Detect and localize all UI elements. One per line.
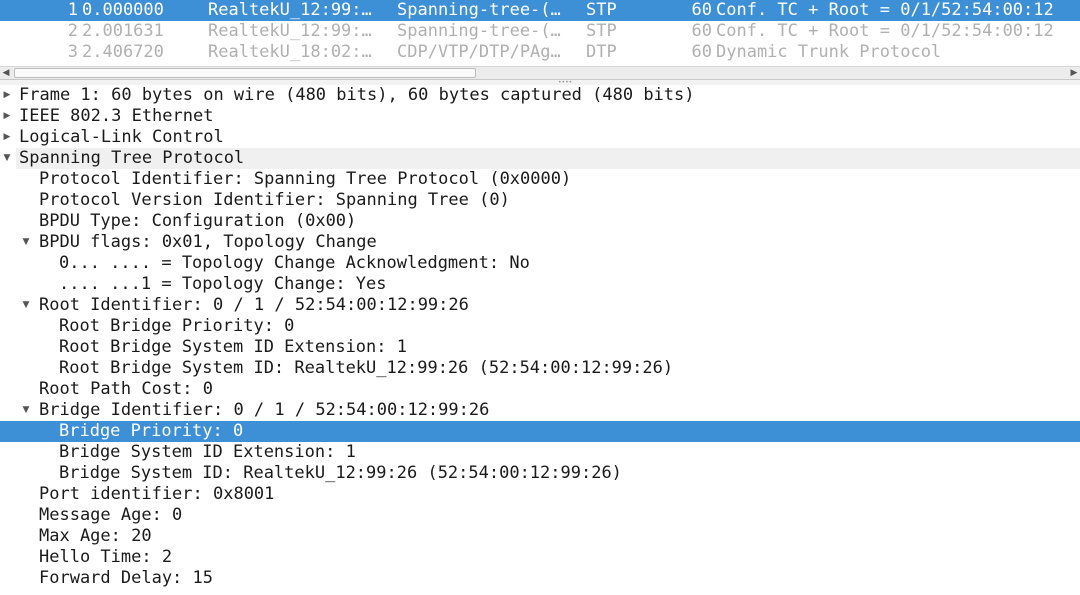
- packet-details-tree[interactable]: ▶ Frame 1: 60 bytes on wire (480 bits), …: [0, 85, 1080, 595]
- tree-item-hello-time[interactable]: Hello Time: 2: [0, 547, 1080, 568]
- tree-item-label: Logical-Link Control: [19, 127, 224, 147]
- packet-destination: CDP/VTP/DTP/PAg…: [397, 42, 561, 62]
- tree-item-llc[interactable]: ▶ Logical-Link Control: [0, 127, 1080, 148]
- tree-item-max-age[interactable]: Max Age: 20: [0, 526, 1080, 547]
- scroll-left-arrow-icon[interactable]: ◀: [0, 67, 12, 79]
- triangle-down-icon[interactable]: ▼: [20, 400, 32, 421]
- tree-item-stp[interactable]: ▼ Spanning Tree Protocol: [4, 148, 1080, 169]
- tree-item-label: Bridge Priority: 0: [59, 421, 244, 441]
- tree-item-message-age[interactable]: Message Age: 0: [0, 505, 1080, 526]
- splitter-grip-icon: ••••: [558, 79, 573, 86]
- tree-item-label: Root Identifier: 0 / 1 / 52:54:00:12:99:…: [39, 295, 469, 315]
- tree-item-label: Bridge Identifier: 0 / 1 / 52:54:00:12:9…: [39, 400, 490, 420]
- tree-item-protocol-identifier[interactable]: Protocol Identifier: Spanning Tree Proto…: [0, 169, 1080, 190]
- tree-item-root-path-cost[interactable]: Root Path Cost: 0: [0, 379, 1080, 400]
- triangle-down-icon[interactable]: ▼: [20, 232, 32, 253]
- tree-item-root-identifier[interactable]: ▼ Root Identifier: 0 / 1 / 52:54:00:12:9…: [0, 295, 1080, 316]
- tree-item-label: Root Bridge System ID Extension: 1: [59, 337, 407, 357]
- tree-item-label: Spanning Tree Protocol: [19, 148, 245, 168]
- tree-item-forward-delay[interactable]: Forward Delay: 15: [0, 568, 1080, 589]
- packet-source: RealtekU_12:99:…: [208, 0, 372, 20]
- packet-length: 60: [691, 0, 712, 20]
- scroll-right-arrow-icon[interactable]: ▶: [1068, 67, 1080, 79]
- packet-list[interactable]: 1 0.000000 RealtekU_12:99:… Spanning-tre…: [0, 0, 1080, 66]
- tree-item-label: IEEE 802.3 Ethernet: [19, 106, 214, 126]
- packet-row[interactable]: 2 2.001631 RealtekU_12:99:… Spanning-tre…: [0, 21, 1080, 42]
- scrollbar-thumb[interactable]: [14, 68, 476, 78]
- tree-item-label: Root Bridge System ID: RealtekU_12:99:26…: [59, 358, 674, 378]
- tree-item-label: BPDU flags: 0x01, Topology Change: [39, 232, 377, 252]
- packet-time: 0.000000: [82, 0, 164, 20]
- tree-item-protocol-version[interactable]: Protocol Version Identifier: Spanning Tr…: [0, 190, 1080, 211]
- packet-number: 2: [67, 21, 78, 41]
- tree-item-label: Root Path Cost: 0: [39, 379, 213, 399]
- tree-item-bridge-priority[interactable]: Bridge Priority: 0: [0, 421, 1080, 442]
- packet-destination: Spanning-tree-(…: [397, 21, 561, 41]
- packet-time: 2.001631: [82, 21, 164, 41]
- packet-info: Conf. TC + Root = 0/1/52:54:00:12: [716, 0, 1054, 20]
- packet-source: RealtekU_12:99:…: [208, 21, 372, 41]
- packet-time: 2.406720: [82, 42, 164, 62]
- packet-row[interactable]: 3 2.406720 RealtekU_18:02:… CDP/VTP/DTP/…: [0, 42, 1080, 63]
- packet-length: 60: [691, 42, 712, 62]
- tree-item-bpdu-type[interactable]: BPDU Type: Configuration (0x00): [0, 211, 1080, 232]
- tree-item-flag-tc[interactable]: .... ...1 = Topology Change: Yes: [0, 274, 1080, 295]
- tree-item-label: BPDU Type: Configuration (0x00): [39, 211, 357, 231]
- tree-item-root-bridge-sysid-ext[interactable]: Root Bridge System ID Extension: 1: [0, 337, 1080, 358]
- tree-item-root-bridge-priority[interactable]: Root Bridge Priority: 0: [0, 316, 1080, 337]
- tree-item-label: 0... .... = Topology Change Acknowledgme…: [59, 253, 530, 273]
- triangle-down-icon[interactable]: ▼: [20, 295, 32, 316]
- tree-item-label: Hello Time: 2: [39, 547, 173, 567]
- packet-protocol: STP: [586, 21, 617, 41]
- tree-item-label: Max Age: 20: [39, 526, 152, 546]
- tree-item-label: Port identifier: 0x8001: [39, 484, 275, 504]
- tree-item-label: Forward Delay: 15: [39, 568, 213, 588]
- tree-item-frame[interactable]: ▶ Frame 1: 60 bytes on wire (480 bits), …: [0, 85, 1080, 106]
- triangle-right-icon[interactable]: ▶: [1, 127, 13, 148]
- tree-item-label: Frame 1: 60 bytes on wire (480 bits), 60…: [19, 85, 695, 105]
- tree-item-ethernet[interactable]: ▶ IEEE 802.3 Ethernet: [0, 106, 1080, 127]
- packet-length: 60: [691, 21, 712, 41]
- packet-source: RealtekU_18:02:…: [208, 42, 372, 62]
- packet-protocol: STP: [586, 0, 617, 20]
- packet-info: Dynamic Trunk Protocol: [716, 42, 942, 62]
- packet-number: 1: [67, 0, 78, 20]
- tree-item-bpdu-flags[interactable]: ▼ BPDU flags: 0x01, Topology Change: [0, 232, 1080, 253]
- tree-item-port-identifier[interactable]: Port identifier: 0x8001: [0, 484, 1080, 505]
- tree-item-bridge-identifier[interactable]: ▼ Bridge Identifier: 0 / 1 / 52:54:00:12…: [0, 400, 1080, 421]
- triangle-right-icon[interactable]: ▶: [1, 106, 13, 127]
- triangle-down-icon[interactable]: ▼: [1, 148, 13, 169]
- tree-item-flag-tc-ack[interactable]: 0... .... = Topology Change Acknowledgme…: [0, 253, 1080, 274]
- packet-info: Conf. TC + Root = 0/1/52:54:00:12: [716, 21, 1054, 41]
- tree-item-bridge-sysid-ext[interactable]: Bridge System ID Extension: 1: [0, 442, 1080, 463]
- tree-item-label: .... ...1 = Topology Change: Yes: [59, 274, 387, 294]
- tree-item-root-bridge-sysid[interactable]: Root Bridge System ID: RealtekU_12:99:26…: [0, 358, 1080, 379]
- packet-row[interactable]: 1 0.000000 RealtekU_12:99:… Spanning-tre…: [0, 0, 1080, 21]
- tree-item-label: Root Bridge Priority: 0: [59, 316, 295, 336]
- tree-item-label: Bridge System ID Extension: 1: [59, 442, 356, 462]
- packet-protocol: DTP: [586, 42, 617, 62]
- packet-number: 3: [67, 42, 78, 62]
- horizontal-scrollbar[interactable]: ◀ ▶: [0, 66, 1080, 80]
- tree-item-label: Bridge System ID: RealtekU_12:99:26 (52:…: [59, 463, 622, 483]
- tree-item-label: Protocol Identifier: Spanning Tree Proto…: [39, 169, 572, 189]
- triangle-right-icon[interactable]: ▶: [1, 85, 13, 106]
- tree-item-label: Protocol Version Identifier: Spanning Tr…: [39, 190, 510, 210]
- tree-item-label: Message Age: 0: [39, 505, 183, 525]
- packet-destination: Spanning-tree-(…: [397, 0, 561, 20]
- tree-item-bridge-sysid[interactable]: Bridge System ID: RealtekU_12:99:26 (52:…: [0, 463, 1080, 484]
